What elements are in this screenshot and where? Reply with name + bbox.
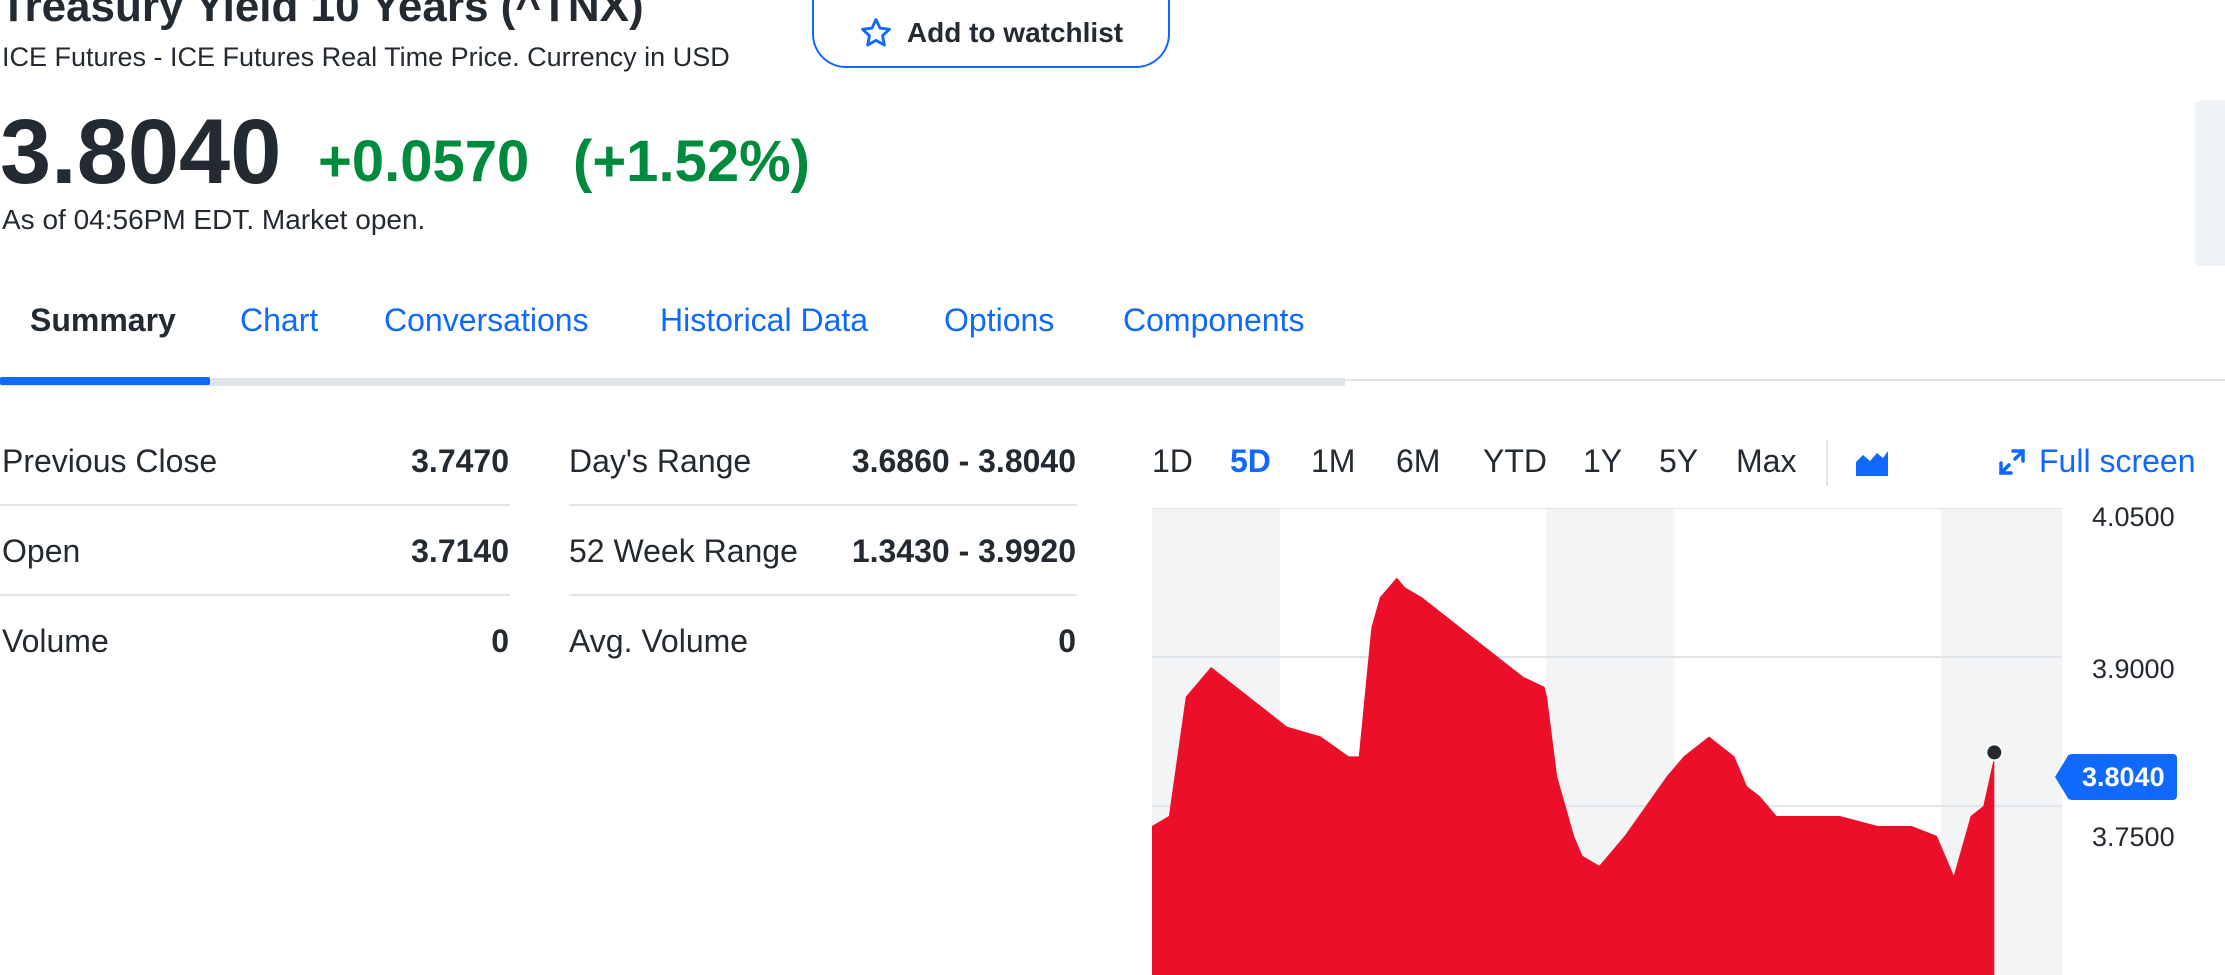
full-screen-label: Full screen xyxy=(2039,443,2196,479)
range-1m-button[interactable]: 1M xyxy=(1311,443,1355,480)
price-change-percent: (+1.52%) xyxy=(573,129,810,194)
divider xyxy=(569,594,1077,596)
tab-conversations[interactable]: Conversations xyxy=(384,302,589,339)
range-5y-button[interactable]: 5Y xyxy=(1659,443,1698,480)
volume-value: 0 xyxy=(491,623,509,659)
last-price-tag-pointer xyxy=(2055,754,2069,800)
open-label: Open xyxy=(2,533,81,569)
avg-volume-label: Avg. Volume xyxy=(569,623,749,659)
avg-volume-value: 0 xyxy=(1058,623,1076,659)
price-change: +0.0570 xyxy=(318,129,530,194)
range-ytd-button[interactable]: YTD xyxy=(1483,443,1547,480)
price-chart[interactable] xyxy=(1152,508,2062,975)
tab-components[interactable]: Components xyxy=(1123,302,1304,339)
days-range-label: Day's Range xyxy=(569,443,752,479)
quote-nav-tabs: Summary Chart Conversations Historical D… xyxy=(0,290,1345,386)
range-max-button[interactable]: Max xyxy=(1736,443,1796,480)
expand-arrows-icon xyxy=(1999,448,2025,475)
last-price-tag: 3.8040 xyxy=(2068,754,2177,800)
star-icon xyxy=(861,18,891,47)
y-tick-label: 3.7500 xyxy=(2092,822,2175,852)
tab-divider xyxy=(1345,379,2225,381)
52-week-range-value: 1.3430 - 3.9920 xyxy=(851,533,1076,569)
watchlist-label: Add to watchlist xyxy=(906,17,1124,48)
last-price-dot xyxy=(1985,743,2004,762)
divider xyxy=(0,594,510,596)
tab-summary[interactable]: Summary xyxy=(30,302,176,339)
add-to-watchlist-button[interactable]: Add to watchlist xyxy=(812,0,1170,68)
range-1y-button[interactable]: 1Y xyxy=(1583,443,1622,480)
open-value: 3.7140 xyxy=(411,533,509,569)
current-price: 3.8040 xyxy=(0,101,282,203)
tab-options[interactable]: Options xyxy=(944,302,1054,339)
page-title: Treasury Yield 10 Years (^TNX) xyxy=(0,0,644,31)
full-screen-button[interactable]: Full screen xyxy=(1997,443,2196,480)
y-tick-label: 3.9000 xyxy=(2092,654,2175,684)
range-1d-button[interactable]: 1D xyxy=(1152,443,1193,480)
previous-close-value: 3.7470 xyxy=(411,443,509,479)
side-panel-edge xyxy=(2195,100,2225,266)
range-5d-button[interactable]: 5D xyxy=(1230,443,1271,480)
market-status: As of 04:56PM EDT. Market open. xyxy=(2,204,426,235)
y-tick-label: 4.0500 xyxy=(2092,502,2175,532)
tab-active-indicator xyxy=(0,377,210,385)
divider xyxy=(0,504,510,506)
exchange-subtitle: ICE Futures - ICE Futures Real Time Pric… xyxy=(2,42,730,72)
volume-label: Volume xyxy=(2,623,109,659)
previous-close-label: Previous Close xyxy=(2,443,218,479)
52-week-range-label: 52 Week Range xyxy=(569,533,798,569)
divider xyxy=(1826,440,1828,486)
tab-chart[interactable]: Chart xyxy=(240,302,318,339)
tab-historical-data[interactable]: Historical Data xyxy=(660,302,868,339)
days-range-value: 3.6860 - 3.8040 xyxy=(851,443,1076,479)
divider xyxy=(569,504,1077,506)
area-chart-icon[interactable] xyxy=(1855,448,1889,478)
range-6m-button[interactable]: 6M xyxy=(1396,443,1440,480)
